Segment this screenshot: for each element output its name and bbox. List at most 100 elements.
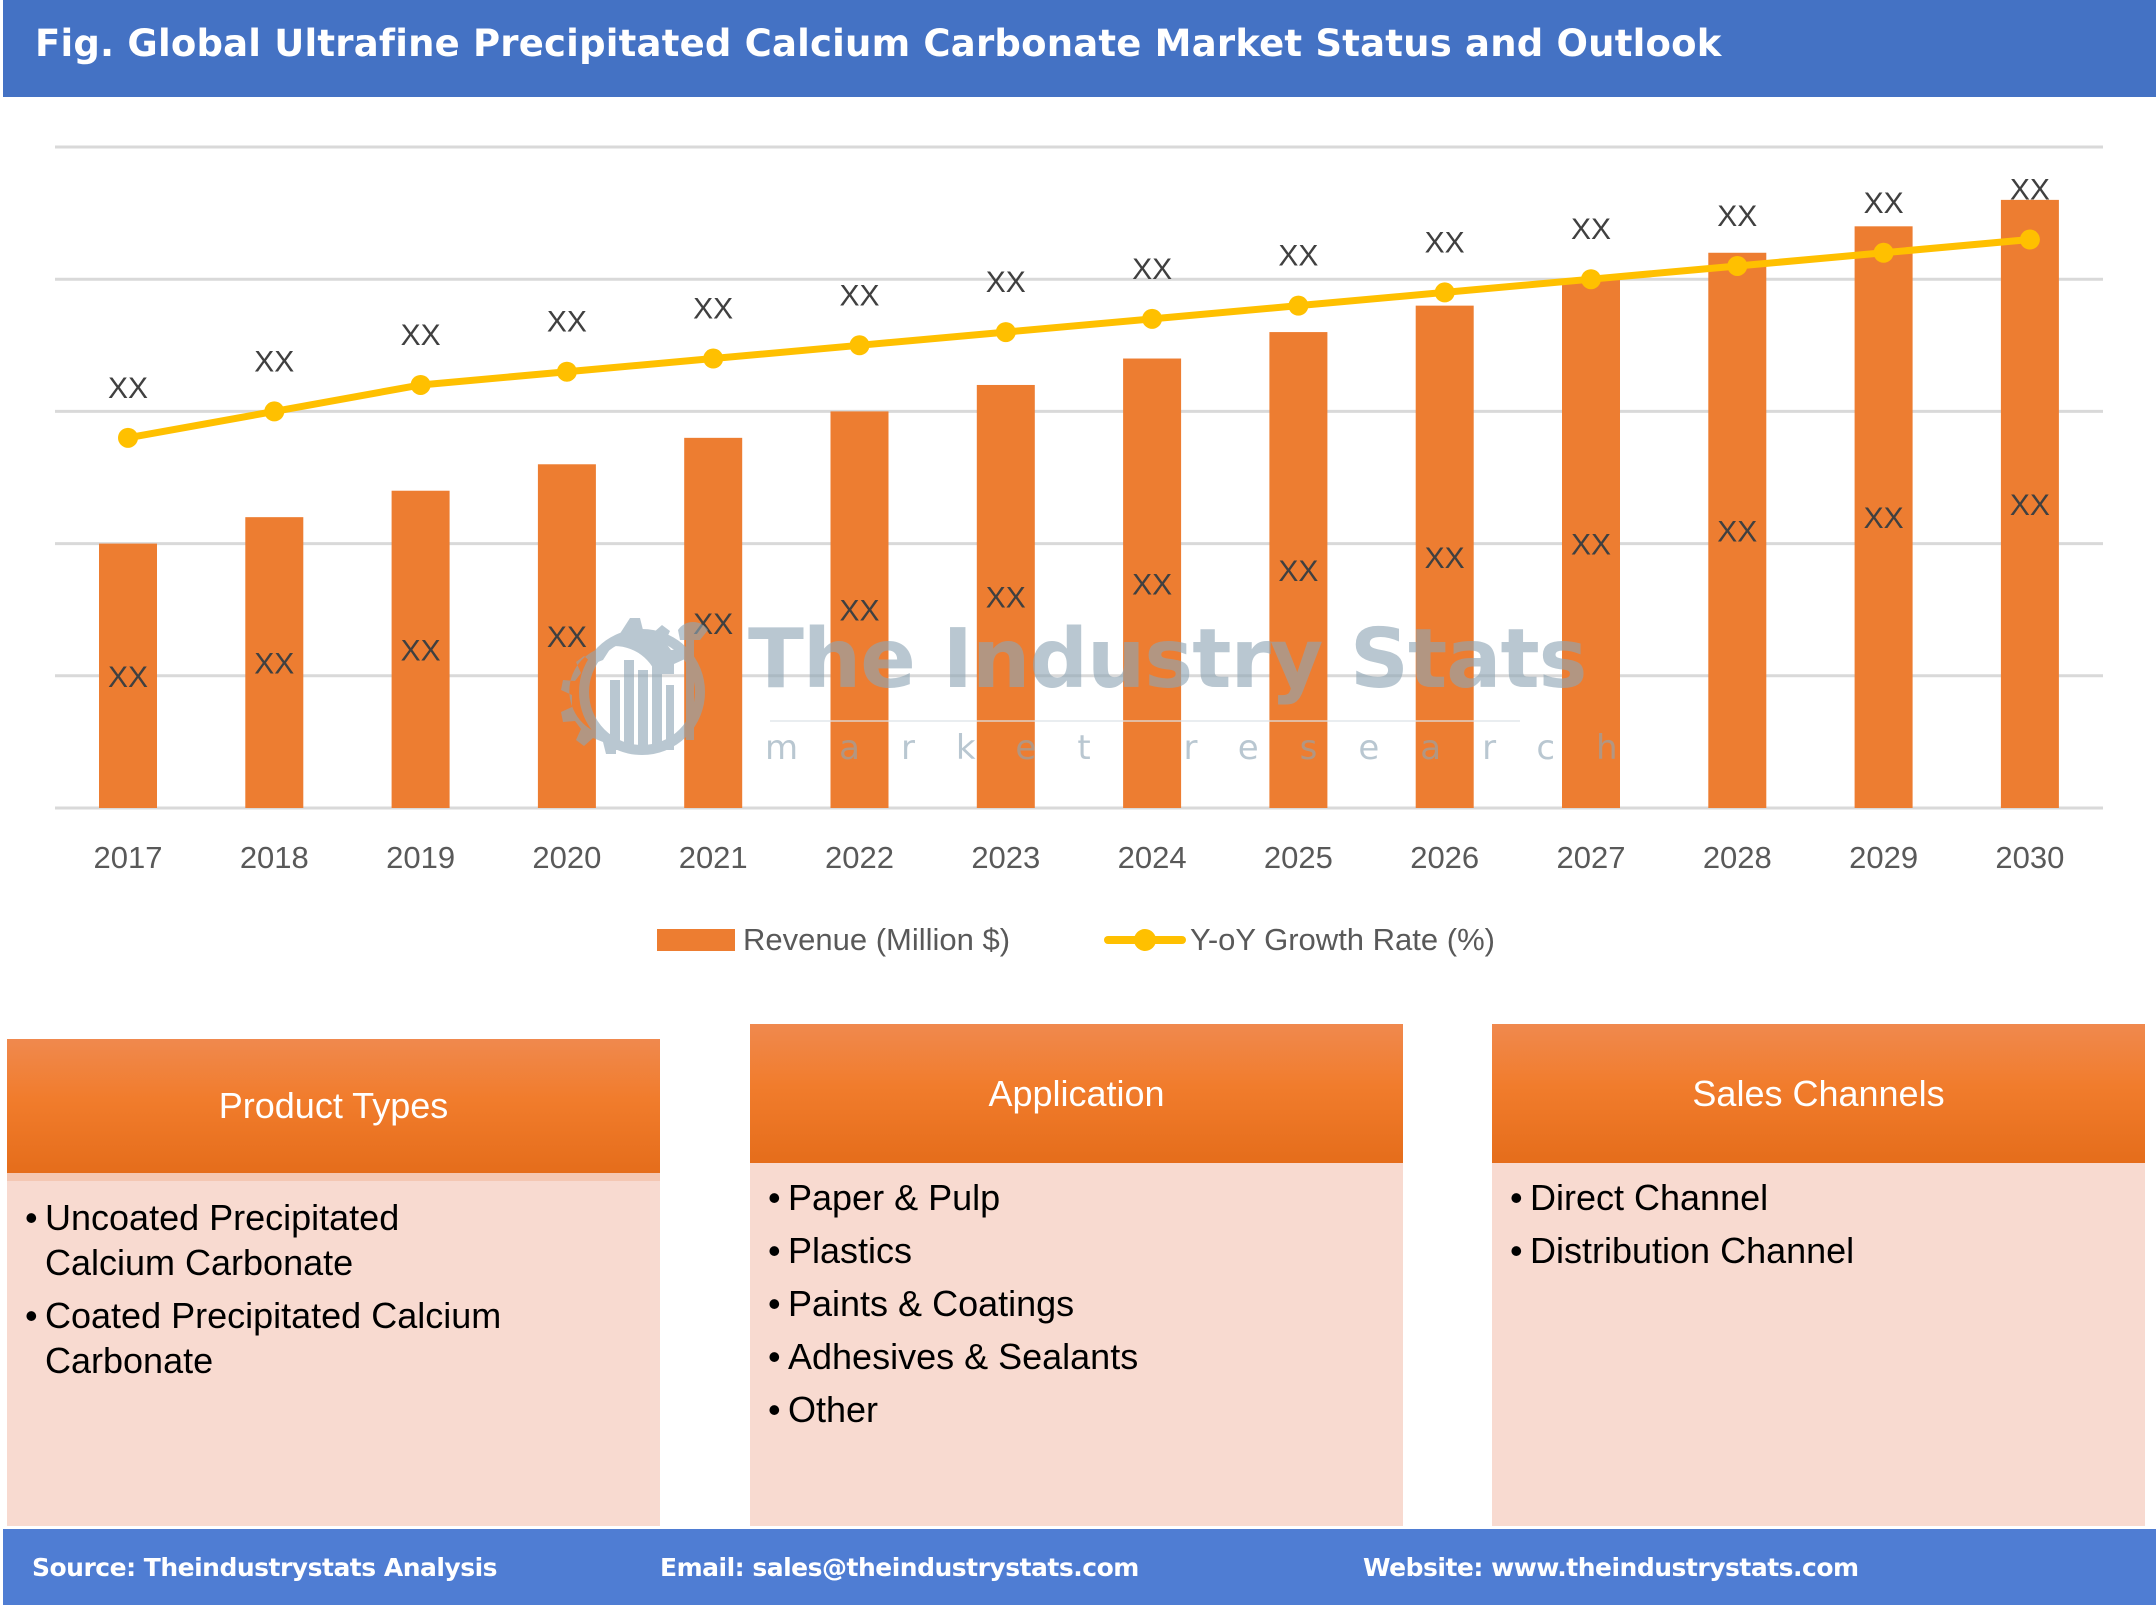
bullet-icon: • bbox=[768, 1336, 781, 1377]
panel-body: • Paper & Pulp • Plastics • Paints & Coatin… bbox=[750, 1163, 1403, 1526]
revenue-bar-label: XX bbox=[1278, 555, 1318, 588]
growth-rate-label: XX bbox=[1864, 187, 1904, 220]
x-tick-label: 2024 bbox=[1118, 840, 1187, 875]
panel-sales-channels: Sales Channels • Direct Channel • Distribu… bbox=[1492, 1024, 2145, 1526]
growth-rate-marker bbox=[1727, 255, 1748, 276]
panel-body: • Direct Channel • Distribution Channel bbox=[1492, 1163, 2145, 1526]
growth-rate-marker bbox=[1434, 282, 1455, 303]
growth-rate-marker bbox=[703, 348, 724, 369]
growth-rate-label: XX bbox=[839, 279, 879, 312]
list-item-text: Other bbox=[788, 1389, 879, 1430]
revenue-bar-label: XX bbox=[693, 608, 733, 641]
growth-rate-label: XX bbox=[986, 266, 1026, 299]
growth-rate-label: XX bbox=[401, 319, 441, 352]
revenue-bar-label: XX bbox=[254, 648, 294, 681]
list-item: • Other bbox=[768, 1387, 1383, 1432]
panel-product-types: Product Types • Uncoated Precipitated Cal… bbox=[7, 1039, 660, 1526]
revenue-bar-label: XX bbox=[986, 581, 1026, 614]
list-item-text: Uncoated Precipitated Calcium Carbonate bbox=[45, 1197, 400, 1283]
product-types-list: • Uncoated Precipitated Calcium Carbonate… bbox=[25, 1195, 520, 1391]
legend-label-revenue: Revenue (Million $) bbox=[743, 922, 1011, 957]
bullet-icon: • bbox=[1510, 1230, 1523, 1271]
panel-title: Application bbox=[988, 1072, 1165, 1114]
list-item-text: Coated Precipitated Calcium Carbonate bbox=[45, 1295, 502, 1381]
growth-rate-label: XX bbox=[1717, 200, 1757, 233]
growth-rate-marker bbox=[1873, 242, 1894, 263]
bullet-icon: • bbox=[25, 1197, 38, 1238]
list-item-text: Plastics bbox=[788, 1230, 913, 1271]
growth-rate-label: XX bbox=[2010, 174, 2050, 207]
x-tick-label: 2018 bbox=[240, 840, 309, 875]
list-item-text: Direct Channel bbox=[1530, 1177, 1769, 1218]
footer-website[interactable]: Website: www.theindustrystats.com bbox=[1363, 1553, 1859, 1582]
line-marker-swatch-icon bbox=[1104, 925, 1186, 955]
x-tick-label: 2023 bbox=[971, 840, 1040, 875]
panel-title: Sales Channels bbox=[1692, 1072, 1945, 1114]
panel-application: Application • Paper & Pulp • Plastics • Pai… bbox=[750, 1024, 1403, 1526]
market-chart: XX XX XX XX XX XX XX XX XX XX XX XX XX XX XX XX XX XX XX X… bbox=[55, 145, 2103, 875]
x-tick-label: 2026 bbox=[1410, 840, 1479, 875]
legend-item-growth-rate: Y-oY Growth Rate (%) bbox=[1104, 918, 1495, 962]
growth-rate-marker bbox=[2019, 229, 2040, 250]
x-tick-label: 2017 bbox=[94, 840, 163, 875]
growth-rate-label: XX bbox=[1571, 213, 1611, 246]
growth-rate-label: XX bbox=[1278, 240, 1318, 273]
x-tick-label: 2022 bbox=[825, 840, 894, 875]
growth-rate-marker bbox=[1142, 308, 1163, 329]
revenue-bar-label: XX bbox=[1864, 502, 1904, 535]
growth-rate-marker bbox=[264, 401, 285, 422]
panel-title: Product Types bbox=[218, 1085, 449, 1126]
revenue-bar-label: XX bbox=[1132, 568, 1172, 601]
growth-rate-label: XX bbox=[108, 372, 148, 405]
list-item-text: Paper & Pulp bbox=[788, 1177, 1001, 1218]
growth-rate-label: XX bbox=[693, 293, 733, 326]
x-tick-label: 2020 bbox=[532, 840, 601, 875]
bar-swatch-icon bbox=[657, 929, 735, 951]
list-item: • Distribution Channel bbox=[1510, 1228, 2125, 1273]
list-item: • Uncoated Precipitated Calcium Carbonate bbox=[25, 1195, 520, 1285]
x-tick-label: 2030 bbox=[1995, 840, 2064, 875]
bullet-icon: • bbox=[1510, 1177, 1523, 1218]
footer-email[interactable]: Email: sales@theindustrystats.com bbox=[660, 1553, 1139, 1582]
revenue-bar-label: XX bbox=[1571, 529, 1611, 562]
panel-header: Application bbox=[750, 1024, 1403, 1163]
revenue-bar-label: XX bbox=[1717, 515, 1757, 548]
bullet-icon: • bbox=[25, 1295, 38, 1336]
revenue-bar-label: XX bbox=[2010, 489, 2050, 522]
panel-header: Sales Channels bbox=[1492, 1024, 2145, 1163]
sales-channels-list: • Direct Channel • Distribution Channel bbox=[1510, 1175, 2125, 1281]
growth-rate-marker bbox=[556, 361, 577, 382]
list-item-text: Adhesives & Sealants bbox=[788, 1336, 1139, 1377]
growth-rate-marker bbox=[118, 427, 138, 448]
list-item-text: Distribution Channel bbox=[1530, 1230, 1855, 1271]
footer: Source: Theindustrystats Analysis Email:… bbox=[3, 1529, 2156, 1605]
growth-rate-marker bbox=[1288, 295, 1309, 316]
chart-legend: Revenue (Million $) Y-oY Growth Rate (%) bbox=[0, 918, 2156, 962]
revenue-bar-label: XX bbox=[401, 634, 441, 667]
list-item: • Direct Channel bbox=[1510, 1175, 2125, 1220]
growth-rate-label: XX bbox=[254, 345, 294, 378]
growth-rate-label: XX bbox=[1132, 253, 1172, 286]
x-tick-label: 2019 bbox=[386, 840, 455, 875]
x-tick-label: 2028 bbox=[1703, 840, 1772, 875]
x-tick-label: 2029 bbox=[1849, 840, 1918, 875]
x-tick-label: 2025 bbox=[1264, 840, 1333, 875]
revenue-bars bbox=[99, 199, 2059, 808]
revenue-bar-label: XX bbox=[839, 595, 879, 628]
revenue-bar-label: XX bbox=[547, 621, 587, 654]
bullet-icon: • bbox=[768, 1177, 781, 1218]
list-item: • Paper & Pulp bbox=[768, 1175, 1383, 1220]
bullet-icon: • bbox=[768, 1283, 781, 1324]
legend-label-growth-rate: Y-oY Growth Rate (%) bbox=[1190, 922, 1495, 957]
growth-rate-label: XX bbox=[1425, 226, 1465, 259]
growth-rate-marker bbox=[849, 335, 870, 356]
x-tick-label: 2021 bbox=[679, 840, 748, 875]
list-item: • Coated Precipitated Calcium Carbonate bbox=[25, 1293, 520, 1383]
gridlines bbox=[55, 145, 2103, 810]
bullet-icon: • bbox=[768, 1230, 781, 1271]
growth-rate-marker bbox=[410, 374, 431, 395]
list-item: • Plastics bbox=[768, 1228, 1383, 1273]
list-item-text: Paints & Coatings bbox=[788, 1283, 1075, 1324]
growth-rate-marker bbox=[995, 322, 1016, 343]
bullet-icon: • bbox=[768, 1389, 781, 1430]
